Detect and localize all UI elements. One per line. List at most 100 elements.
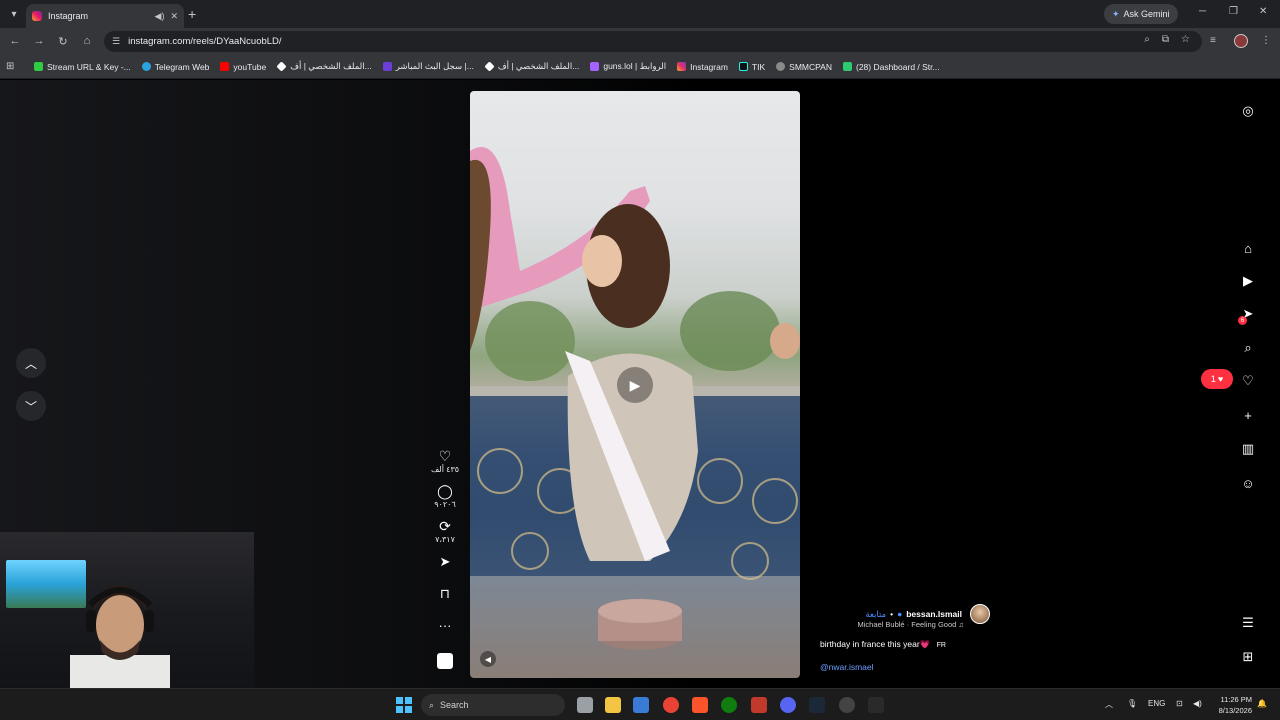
microphone-icon[interactable]: 🎙: [1127, 699, 1137, 708]
comment-count: ٩٠٢٠٦: [434, 500, 456, 509]
windows-start-icon[interactable]: [396, 697, 412, 713]
create-nav-icon[interactable]: +: [1238, 405, 1258, 425]
reload-icon[interactable]: ↻: [55, 33, 71, 49]
verified-icon: ●: [897, 609, 903, 619]
author-avatar[interactable]: [970, 604, 990, 624]
file-explorer-icon[interactable]: [605, 697, 621, 713]
more-menu-icon[interactable]: ☰: [1238, 613, 1258, 633]
next-reel-button[interactable]: ﹀: [16, 391, 46, 421]
gemini-star-icon: ✦: [1112, 8, 1120, 19]
xbox-icon[interactable]: [721, 697, 737, 713]
bookmark-item[interactable]: سجل البث المباشر |...: [382, 61, 474, 72]
notification-pill[interactable]: 1 ♥: [1201, 369, 1233, 389]
instagram-logo-icon[interactable]: ◎: [1238, 101, 1258, 121]
language-indicator[interactable]: ENG: [1148, 699, 1165, 708]
bookmark-item[interactable]: Telegram Web: [141, 62, 209, 72]
site-info-icon[interactable]: ☰: [112, 36, 120, 47]
diamond-icon: [484, 61, 495, 72]
window-close-icon[interactable]: ✕: [1259, 6, 1267, 17]
new-tab-icon[interactable]: +: [188, 6, 196, 22]
dashboard-icon: [842, 62, 852, 71]
reel-video[interactable]: ▶ ◀: [470, 91, 800, 678]
obs-icon[interactable]: [839, 697, 855, 713]
bookmark-item[interactable]: Instagram: [677, 62, 728, 72]
tab-close-icon[interactable]: ✕: [170, 11, 178, 22]
tab-instagram[interactable]: Instagram ◀) ✕: [26, 4, 184, 28]
bookmark-item[interactable]: SMMCPAN: [776, 62, 832, 72]
reels-nav-icon[interactable]: ▶: [1238, 271, 1258, 291]
restore-icon[interactable]: ❐: [1229, 6, 1238, 17]
ask-gemini-button[interactable]: ✦ Ask Gemini: [1104, 4, 1178, 24]
tab-audio-icon[interactable]: ◀): [155, 11, 165, 22]
bookmark-item[interactable]: (28) Dashboard / Str...: [842, 62, 940, 72]
reel-actions: ♡ ٤٣٥ ألف ◯ ٩٠٢٠٦ ⟳ ٧،٣١٧ ➤ ⊓ ···: [428, 449, 462, 669]
forward-icon[interactable]: →: [31, 33, 47, 49]
volume-icon[interactable]: ◀): [1193, 699, 1202, 708]
stream-icon: [382, 62, 392, 71]
zoom-icon[interactable]: ⌕: [1144, 34, 1150, 45]
profile-nav-icon[interactable]: ☺: [1238, 473, 1258, 493]
profile-avatar[interactable]: [1234, 34, 1248, 48]
back-icon[interactable]: ←: [7, 33, 23, 49]
more-options-icon[interactable]: ···: [439, 618, 452, 633]
task-view-icon[interactable]: [577, 697, 593, 713]
dashboard-nav-icon[interactable]: ▥: [1238, 439, 1258, 459]
home-nav-icon[interactable]: ⌂: [1238, 238, 1258, 258]
media-control-icon[interactable]: ≡: [1210, 35, 1216, 46]
notifications-nav-icon[interactable]: ♡: [1238, 371, 1258, 391]
bookmark-item[interactable]: Stream URL & Key -...: [34, 62, 131, 72]
reel-username[interactable]: bessan.Ismail: [906, 609, 962, 619]
search-nav-icon[interactable]: ⌕: [1238, 338, 1258, 358]
network-icon[interactable]: ⊡: [1176, 699, 1183, 708]
bookmark-item[interactable]: guns.lol | الروابط: [590, 61, 666, 72]
store-icon[interactable]: [633, 697, 649, 713]
mute-icon[interactable]: ◀: [480, 651, 496, 667]
reel-info: متابعة • ● bessan.Ismail Michael Bublé ·…: [820, 604, 990, 672]
repost-icon: ⟳: [439, 518, 451, 534]
save-icon[interactable]: ⊓: [440, 586, 450, 602]
chrome-menu-icon[interactable]: ⋮: [1261, 35, 1271, 46]
messages-badge: 6: [1238, 316, 1247, 325]
home-icon[interactable]: ⌂: [79, 33, 95, 49]
search-icon: ⌕: [429, 699, 435, 710]
clock[interactable]: 11:26 PM 8/13/2026: [1212, 694, 1252, 716]
heart-icon: ♡: [438, 448, 452, 464]
play-icon[interactable]: ▶: [617, 367, 653, 403]
repost-button[interactable]: ⟳ ٧،٣١٧: [435, 519, 455, 544]
bookmark-item[interactable]: youTube: [220, 62, 266, 72]
previous-reel-button[interactable]: ︿: [16, 348, 46, 378]
music-label[interactable]: Michael Bublé · Feeling Good ♫: [820, 620, 964, 629]
steam-icon[interactable]: [809, 697, 825, 713]
chrome-icon[interactable]: [663, 697, 679, 713]
tab-title: Instagram: [48, 11, 89, 21]
follow-button[interactable]: متابعة: [865, 609, 886, 620]
bookmark-item[interactable]: الملف الشخصي | أف...: [484, 61, 579, 72]
bookmark-star-icon[interactable]: ☆: [1181, 34, 1190, 45]
taskbar-search-label: Search: [440, 700, 469, 710]
address-bar[interactable]: ☰ instagram.com/reels/DYaaNcuobLD/ ⌕ ⧉ ☆: [104, 31, 1202, 52]
comment-button[interactable]: ◯ ٩٠٢٠٦: [434, 484, 455, 509]
tab-strip: ▾ Instagram ◀) ✕ + ✦ Ask Gemini ─ ❐ ✕: [0, 0, 1280, 28]
brave-icon[interactable]: [692, 697, 708, 713]
caption-lang: FR: [936, 642, 946, 649]
epic-games-icon[interactable]: [868, 697, 884, 713]
like-button[interactable]: ♡ ٤٣٥ ألف: [431, 449, 459, 474]
bookmark-item[interactable]: الملف الشخصي | أف...: [276, 61, 372, 72]
audio-thumbnail[interactable]: [437, 653, 453, 669]
minimize-icon[interactable]: ─: [1199, 6, 1206, 17]
notification-bell-icon[interactable]: 🔔: [1257, 699, 1267, 708]
discord-icon[interactable]: [780, 697, 796, 713]
chevron-up-icon: ︿: [24, 356, 37, 371]
tiktok-icon: [738, 62, 748, 71]
bookmarks-bar: ⊞ Stream URL & Key -... Telegram Web you…: [0, 55, 1280, 79]
mention-link[interactable]: @nwar.ismael: [820, 662, 990, 672]
bookmark-item[interactable]: TIK: [738, 62, 765, 72]
share-icon[interactable]: ➤: [440, 554, 451, 570]
also-from-meta-icon[interactable]: ⊞: [1238, 647, 1258, 667]
taskbar-search[interactable]: ⌕ Search: [421, 694, 565, 716]
apps-grid-icon[interactable]: ⊞: [6, 61, 20, 72]
tab-search-menu-icon[interactable]: ▾: [2, 2, 26, 26]
app-icon[interactable]: [751, 697, 767, 713]
install-icon[interactable]: ⧉: [1162, 34, 1169, 45]
tray-overflow-icon[interactable]: ︿: [1105, 699, 1113, 710]
